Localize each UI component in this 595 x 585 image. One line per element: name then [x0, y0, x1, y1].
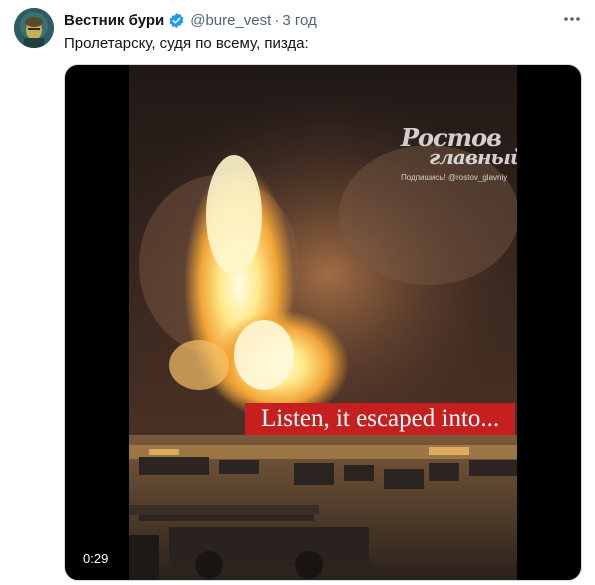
tweet-header: Вестник бури @bure_vest · 3 год: [64, 10, 317, 30]
verified-badge-icon: [168, 12, 185, 29]
tweet-timestamp[interactable]: 3 год: [282, 12, 316, 29]
video-frame[interactable]: Ростов главный Подпишись! @rostov_glavni…: [129, 65, 517, 580]
author-avatar[interactable]: [14, 8, 54, 48]
header-separator: ·: [274, 11, 280, 29]
video-timer: 0:29: [79, 549, 113, 568]
author-name[interactable]: Вестник бури: [64, 12, 164, 29]
video-caption: Listen, it escaped into...: [245, 403, 516, 435]
more-options-icon[interactable]: [562, 10, 582, 28]
watermark-logo-line-2: главный: [429, 145, 517, 169]
author-handle[interactable]: @bure_vest: [190, 12, 271, 29]
video-player[interactable]: Ростов главный Подпишись! @rostov_glavni…: [64, 64, 582, 581]
watermark-subtitle: Подпишись! @rostov_glavniy: [401, 173, 508, 182]
tweet-text: Пролетарску, судя по всему, пизда:: [64, 35, 309, 52]
